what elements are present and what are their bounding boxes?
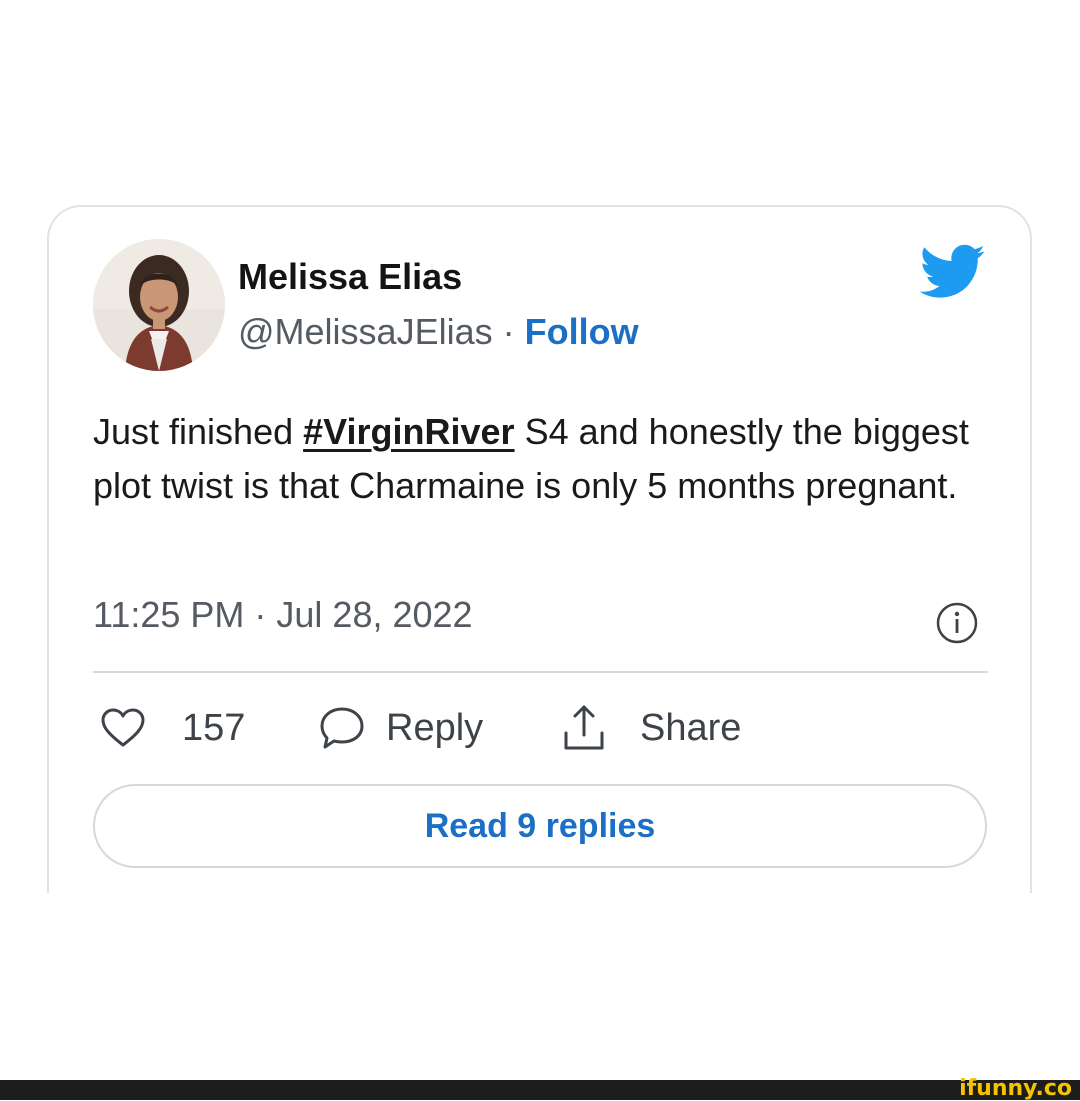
read-replies-label: Read 9 replies	[424, 806, 656, 845]
reply-button[interactable]: Reply	[318, 698, 483, 758]
divider	[93, 671, 988, 673]
like-count: 157	[182, 706, 246, 749]
heart-icon	[101, 708, 145, 747]
read-replies-button[interactable]: Read 9 replies	[93, 784, 987, 868]
hashtag-link[interactable]: #VirginRiver	[303, 411, 514, 452]
avatar[interactable]	[93, 239, 225, 371]
speech-bubble-icon	[320, 707, 364, 749]
tweet-text: Just finished #VirginRiver S4 and honest…	[93, 405, 993, 513]
avatar-photo	[93, 239, 225, 371]
author-handle[interactable]: @MelissaJElias	[238, 311, 493, 352]
card-crop-mask	[40, 893, 1040, 913]
share-button[interactable]: Share	[560, 698, 741, 758]
info-icon[interactable]	[935, 601, 979, 645]
author-name[interactable]: Melissa Elias	[238, 256, 462, 298]
handle-row: @MelissaJElias · Follow	[238, 311, 639, 353]
share-label: Share	[640, 706, 742, 749]
share-upload-icon	[564, 705, 604, 750]
watermark-logo: ifunny.co	[959, 1076, 1072, 1101]
timestamp[interactable]: 11:25 PM · Jul 28, 2022	[93, 594, 473, 636]
reply-label: Reply	[386, 706, 484, 749]
like-button[interactable]: 157	[100, 698, 245, 758]
tweet-text-start: Just finished	[93, 411, 304, 452]
follow-button[interactable]: Follow	[525, 311, 639, 352]
footer-bar	[0, 1080, 1080, 1100]
separator-dot: ·	[492, 311, 525, 352]
twitter-bird-icon[interactable]	[920, 244, 986, 300]
